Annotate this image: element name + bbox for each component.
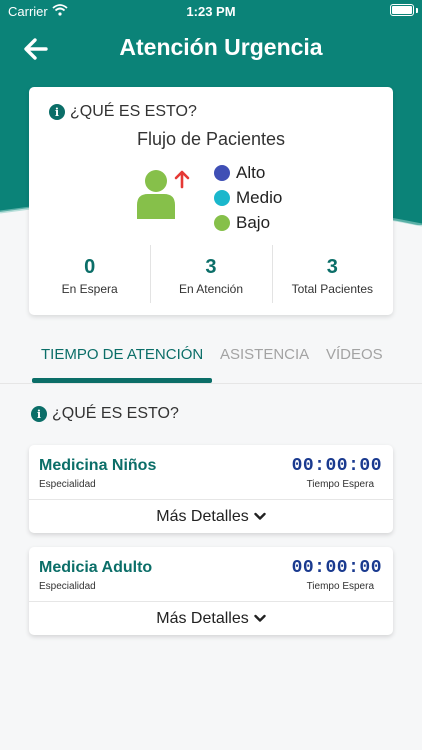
info-button[interactable]: i ¿QUÉ ES ESTO? (49, 103, 197, 121)
more-details-label: Más Detalles (156, 507, 249, 525)
battery-icon (390, 4, 414, 16)
more-details-button[interactable]: Más Detalles (29, 500, 393, 533)
stat-label: En Espera (61, 282, 118, 296)
specialty-card: Medicia Adulto Especialidad 00:00:00 Tie… (29, 547, 393, 635)
legend-dot (214, 189, 230, 206)
stat-label: Total Pacientes (291, 282, 374, 296)
stat-label: En Atención (178, 282, 244, 296)
tab-bar: TIEMPO DE ATENCIÓN ASISTENCIA VÍDEOS (0, 330, 422, 384)
legend-dot (214, 164, 230, 181)
tab-tiempo-de-atencion[interactable]: TIEMPO DE ATENCIÓN (41, 346, 203, 363)
legend-label: Medio (236, 187, 283, 207)
specialty-name: Medicina Niños (39, 457, 157, 474)
info-icon: i (49, 104, 65, 120)
legend-label: Alto (236, 162, 266, 182)
status-time: 1:23 PM (186, 4, 236, 19)
wait-time-label: Tiempo Espera (306, 581, 374, 592)
wait-time-label: Tiempo Espera (306, 479, 374, 490)
wait-time: 00:00:00 (291, 558, 382, 578)
patient-flow-card: i ¿QUÉ ES ESTO? Flujo de Pacientes Alto … (29, 87, 393, 315)
battery-cap (416, 8, 418, 13)
flow-stats: 0 En Espera 3 En Atención 3 Total Pacien… (29, 245, 393, 303)
tab-videos[interactable]: VÍDEOS (326, 346, 383, 363)
stat-total-pacientes: 3 Total Pacientes (271, 245, 393, 303)
section-info-button[interactable]: i ¿QUÉ ES ESTO? (31, 405, 179, 423)
legend-item-bajo: Bajo (214, 210, 282, 235)
legend-dot (214, 214, 230, 231)
tab-asistencia[interactable]: ASISTENCIA (220, 346, 309, 363)
stat-value: 3 (326, 256, 338, 278)
info-label: ¿QUÉ ES ESTO? (70, 103, 197, 120)
stat-en-espera: 0 En Espera (29, 245, 150, 303)
chevron-down-icon (254, 512, 266, 520)
chevron-down-icon (254, 614, 266, 622)
status-bar: Carrier 1:23 PM (0, 0, 422, 22)
specialty-name: Medicia Adulto (39, 559, 153, 576)
tab-divider (0, 383, 422, 384)
legend-label: Bajo (236, 212, 271, 232)
stat-en-atencion: 3 En Atención (150, 245, 271, 303)
info-icon: i (31, 406, 47, 422)
back-arrow-icon[interactable] (22, 35, 50, 63)
specialty-card: Medicina Niños Especialidad 00:00:00 Tie… (29, 445, 393, 533)
more-details-button[interactable]: Más Detalles (29, 602, 393, 635)
legend-item-alto: Alto (214, 160, 282, 185)
legend-item-medio: Medio (214, 185, 282, 210)
page-title: Atención Urgencia (119, 34, 323, 60)
more-details-label: Más Detalles (156, 609, 249, 627)
flow-legend: Alto Medio Bajo (214, 160, 282, 235)
specialty-subtitle: Especialidad (39, 479, 96, 490)
wait-time: 00:00:00 (291, 456, 382, 476)
info-label: ¿QUÉ ES ESTO? (52, 405, 179, 422)
stat-value: 0 (84, 256, 96, 278)
specialty-subtitle: Especialidad (39, 581, 96, 592)
patient-up-icon (137, 170, 190, 219)
flow-title: Flujo de Pacientes (136, 129, 286, 149)
stat-value: 3 (205, 256, 217, 278)
